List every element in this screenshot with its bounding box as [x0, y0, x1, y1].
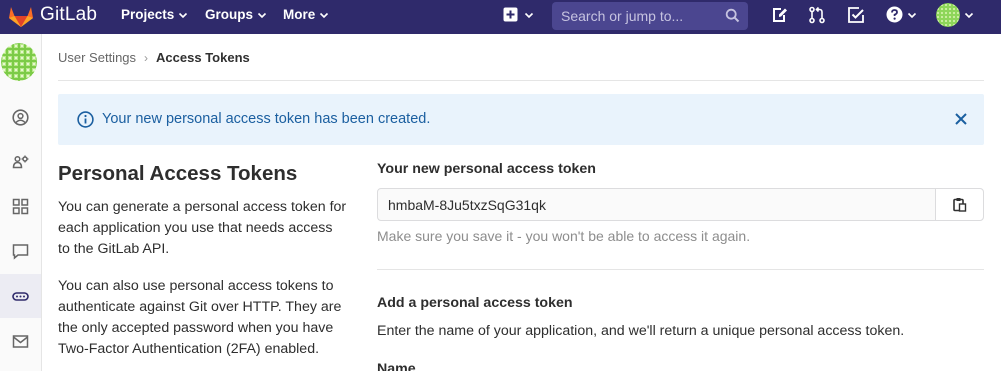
- chat-icon: [12, 243, 29, 260]
- breadcrumb-divider: [58, 80, 984, 81]
- nav-more[interactable]: More: [283, 7, 329, 22]
- token-icon: [12, 291, 29, 301]
- chevron-down-icon: [524, 12, 534, 18]
- account-icon: [12, 155, 29, 168]
- breadcrumb-current[interactable]: Access Tokens: [156, 50, 250, 65]
- applications-icon: [12, 198, 29, 214]
- merge-requests-icon[interactable]: [808, 6, 826, 24]
- success-alert: Your new personal access token has been …: [58, 94, 984, 145]
- alert-message: Your new personal access token has been …: [102, 111, 431, 127]
- section-divider: [377, 269, 984, 270]
- brand-name[interactable]: GitLab: [40, 4, 97, 26]
- sidebar-user-avatar[interactable]: [1, 43, 37, 81]
- new-token-label: Your new personal access token: [377, 161, 596, 177]
- nav-projects-label: Projects: [121, 7, 175, 22]
- nav-groups[interactable]: Groups: [205, 7, 267, 22]
- search-input[interactable]: Search or jump to...: [552, 2, 748, 30]
- nav-projects[interactable]: Projects: [121, 7, 188, 22]
- copy-token-button[interactable]: [935, 189, 983, 220]
- add-token-description: Enter the name of your application, and …: [377, 323, 905, 339]
- info-icon: [77, 111, 94, 128]
- breadcrumb-user-settings[interactable]: User Settings: [58, 50, 136, 65]
- breadcrumb-separator: ›: [144, 50, 149, 65]
- add-token-heading: Add a personal access token: [377, 295, 573, 311]
- plus-square-icon: [503, 7, 518, 22]
- page-title: Personal Access Tokens: [58, 162, 298, 185]
- chevron-down-icon: [964, 12, 974, 19]
- nav-more-label: More: [283, 7, 316, 22]
- intro-paragraph: You can generate a personal access token…: [58, 199, 347, 257]
- git-http-paragraph: You can also use personal access tokens …: [58, 278, 342, 357]
- chevron-down-icon: [257, 12, 267, 18]
- sidebar-item-applications[interactable]: [0, 184, 41, 228]
- sidebar-item-chat[interactable]: [0, 229, 41, 273]
- close-icon[interactable]: [954, 112, 968, 126]
- mail-icon: [12, 334, 29, 348]
- search-placeholder: Search or jump to...: [561, 8, 684, 24]
- sidebar-item-access-tokens[interactable]: [0, 274, 41, 318]
- help-dropdown-button[interactable]: [886, 6, 917, 23]
- sidebar-item-profile[interactable]: [0, 95, 41, 139]
- help-icon: [886, 6, 903, 23]
- token-field: hmbaM-8Ju5txzSqG31qk: [377, 188, 984, 221]
- user-menu-button[interactable]: [936, 3, 974, 27]
- issues-icon[interactable]: [770, 6, 788, 24]
- chevron-down-icon: [179, 12, 188, 18]
- sidebar-item-emails[interactable]: [0, 319, 41, 363]
- settings-sidebar: [0, 34, 42, 371]
- chevron-down-icon: [320, 12, 329, 18]
- nav-groups-label: Groups: [205, 7, 254, 22]
- token-help-text: Make sure you save it - you won't be abl…: [377, 228, 751, 244]
- avatar: [936, 3, 960, 27]
- profile-icon: [12, 108, 29, 126]
- todos-icon[interactable]: [847, 6, 865, 24]
- token-value-input[interactable]: hmbaM-8Ju5txzSqG31qk: [378, 189, 935, 220]
- gitlab-logo-icon[interactable]: [8, 4, 34, 28]
- new-dropdown-button[interactable]: [503, 7, 534, 22]
- name-field-label: Name: [377, 361, 416, 371]
- top-navbar: GitLab Projects Groups More Search or ju…: [0, 0, 1001, 34]
- search-icon: [725, 8, 740, 23]
- clipboard-icon: [953, 198, 967, 212]
- sidebar-item-account[interactable]: [0, 139, 41, 183]
- breadcrumb: User Settings › Access Tokens: [58, 50, 250, 65]
- chevron-down-icon: [907, 12, 917, 18]
